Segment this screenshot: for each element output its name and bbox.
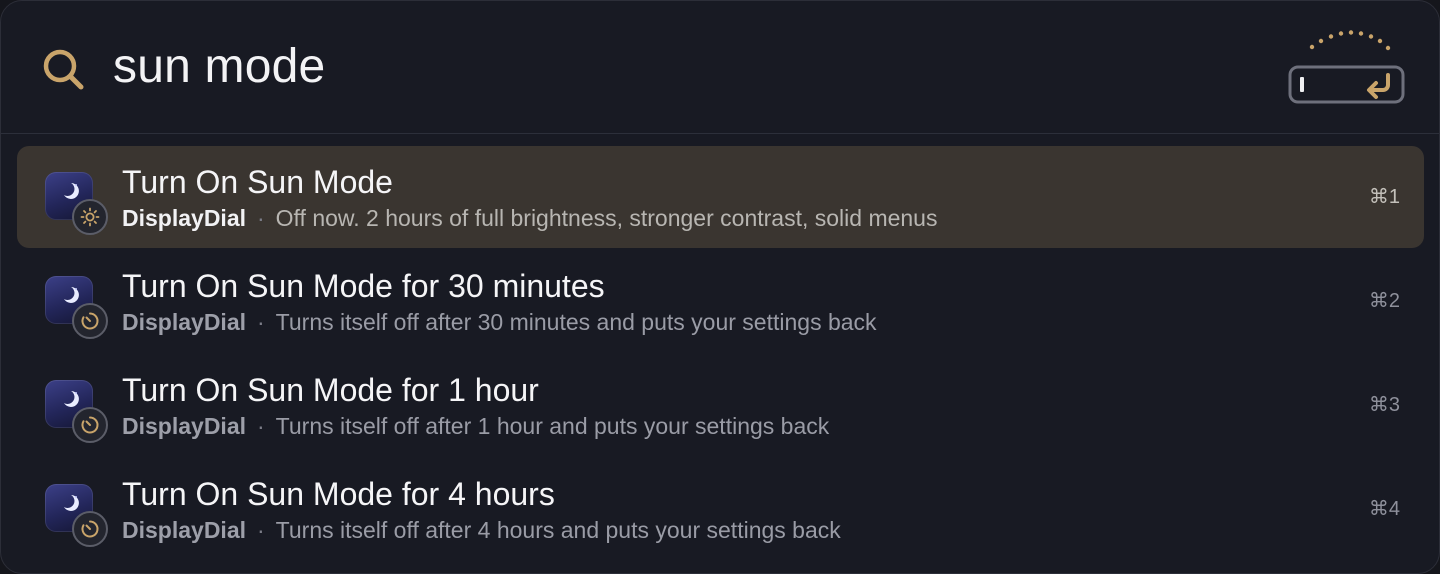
search-icon <box>43 49 84 90</box>
result-row-4[interactable]: Turn On Sun Mode for 4 hours DisplayDial… <box>17 458 1424 560</box>
separator: · <box>257 517 265 543</box>
moon-icon <box>64 391 79 407</box>
result-description: Turns itself off after 4 hours and puts … <box>275 517 841 543</box>
return-key-icon[interactable] <box>1284 25 1408 109</box>
displaydial-app-icon <box>45 172 108 235</box>
result-description: Turns itself off after 30 minutes and pu… <box>275 309 877 335</box>
moon-icon <box>64 495 79 511</box>
shortcut-label: ⌘3 <box>1368 394 1400 416</box>
result-description: Off now. 2 hours of full brightness, str… <box>275 205 938 231</box>
result-row-3[interactable]: Turn On Sun Mode for 1 hour DisplayDial ·… <box>17 354 1424 456</box>
timer-icon <box>72 511 108 547</box>
launcher-panel: sun mode Turn On Sun Mode DisplayDial · … <box>0 0 1440 574</box>
search-bar: sun mode <box>1 1 1439 134</box>
result-title: Turn On Sun Mode <box>122 164 393 200</box>
separator: · <box>257 205 265 231</box>
shortcut-label: ⌘2 <box>1368 290 1400 312</box>
result-title: Turn On Sun Mode for 4 hours <box>122 476 555 512</box>
result-app-name: DisplayDial <box>122 517 246 543</box>
result-title: Turn On Sun Mode for 1 hour <box>122 372 539 408</box>
sun-icon <box>72 199 108 235</box>
separator: · <box>257 309 265 335</box>
displaydial-app-icon <box>45 276 108 339</box>
moon-icon <box>64 287 79 303</box>
result-app-name: DisplayDial <box>122 205 246 231</box>
timer-icon <box>72 407 108 443</box>
search-input[interactable]: sun mode <box>113 39 325 94</box>
separator: · <box>257 413 265 439</box>
result-row-2[interactable]: Turn On Sun Mode for 30 minutes DisplayD… <box>17 250 1424 352</box>
result-app-name: DisplayDial <box>122 309 246 335</box>
displaydial-app-icon <box>45 380 108 443</box>
result-app-name: DisplayDial <box>122 413 246 439</box>
shortcut-label: ⌘4 <box>1368 498 1400 520</box>
result-row-1[interactable]: Turn On Sun Mode DisplayDial · Off now. 2 … <box>17 146 1424 248</box>
moon-icon <box>64 183 79 199</box>
timer-icon <box>72 303 108 339</box>
result-title: Turn On Sun Mode for 30 minutes <box>122 268 605 304</box>
result-description: Turns itself off after 1 hour and puts y… <box>275 413 830 439</box>
shortcut-label: ⌘1 <box>1368 186 1400 208</box>
result-subtitle: DisplayDial · Off now. 2 hours of full bri… <box>122 205 937 232</box>
result-subtitle: DisplayDial · Turns itself off after 4 hou… <box>122 517 841 544</box>
displaydial-app-icon <box>45 484 108 547</box>
result-subtitle: DisplayDial · Turns itself off after 30 mi… <box>122 309 877 336</box>
result-subtitle: DisplayDial · Turns itself off after 1 hou… <box>122 413 829 440</box>
